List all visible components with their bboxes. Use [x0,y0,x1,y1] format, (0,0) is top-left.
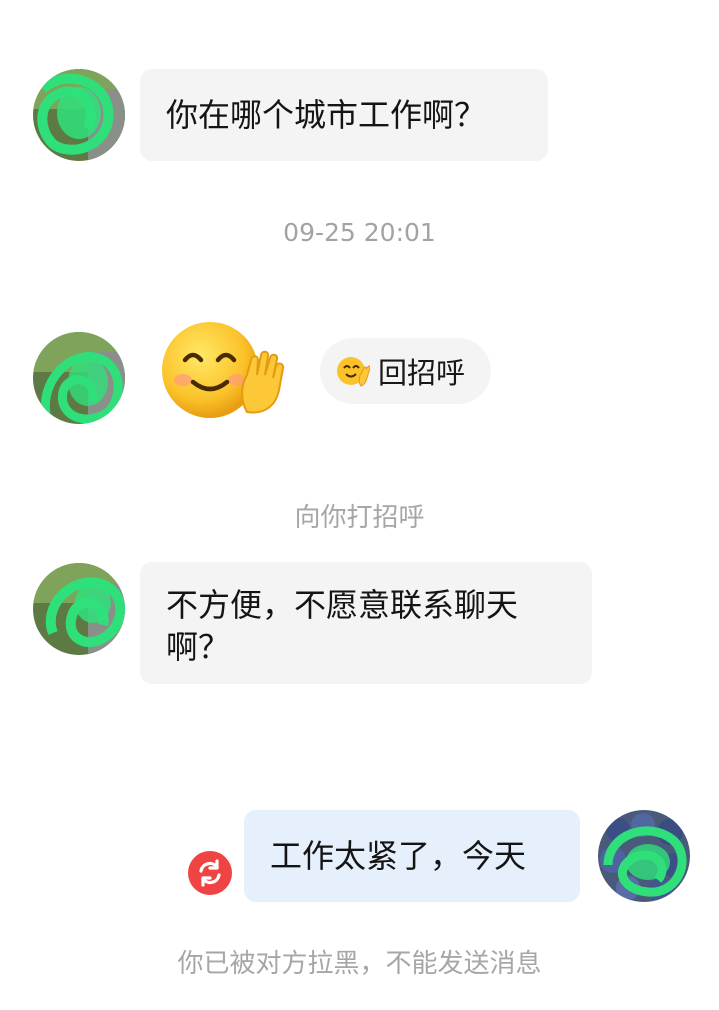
reply-greeting-button[interactable]: 回招呼 [320,338,492,404]
resend-icon[interactable] [188,851,232,895]
my-avatar[interactable] [598,810,690,902]
avatar-image [33,563,125,655]
message-text: 工作太紧了，今天 [270,837,527,875]
blocked-notice: 你已被对方拉黑，不能发送消息 [177,949,542,979]
reply-greeting-label: 回招呼 [378,356,466,390]
avatar-image [33,332,125,424]
contact-avatar[interactable] [33,332,125,424]
avatar-image [598,810,690,902]
message-text: 你在哪个城市工作啊？ [166,96,487,134]
message-timestamp: 09-25 20:01 [283,218,436,247]
contact-avatar[interactable] [33,69,125,161]
incoming-message-bubble[interactable]: 你在哪个城市工作啊？ [140,69,548,161]
greeting-notice: 向你打招呼 [294,503,425,533]
contact-avatar[interactable] [33,563,125,655]
outgoing-message-bubble[interactable]: 工作太紧了，今天 [244,810,580,902]
avatar-image [33,69,125,161]
message-text: 不方便，不愿意联系聊天啊？ [166,586,519,666]
smiling-waving-hand-emoji-icon [337,357,370,387]
incoming-message-bubble[interactable]: 不方便，不愿意联系聊天啊？ [140,562,592,684]
smiling-waving-hand-emoji-icon [155,320,290,420]
